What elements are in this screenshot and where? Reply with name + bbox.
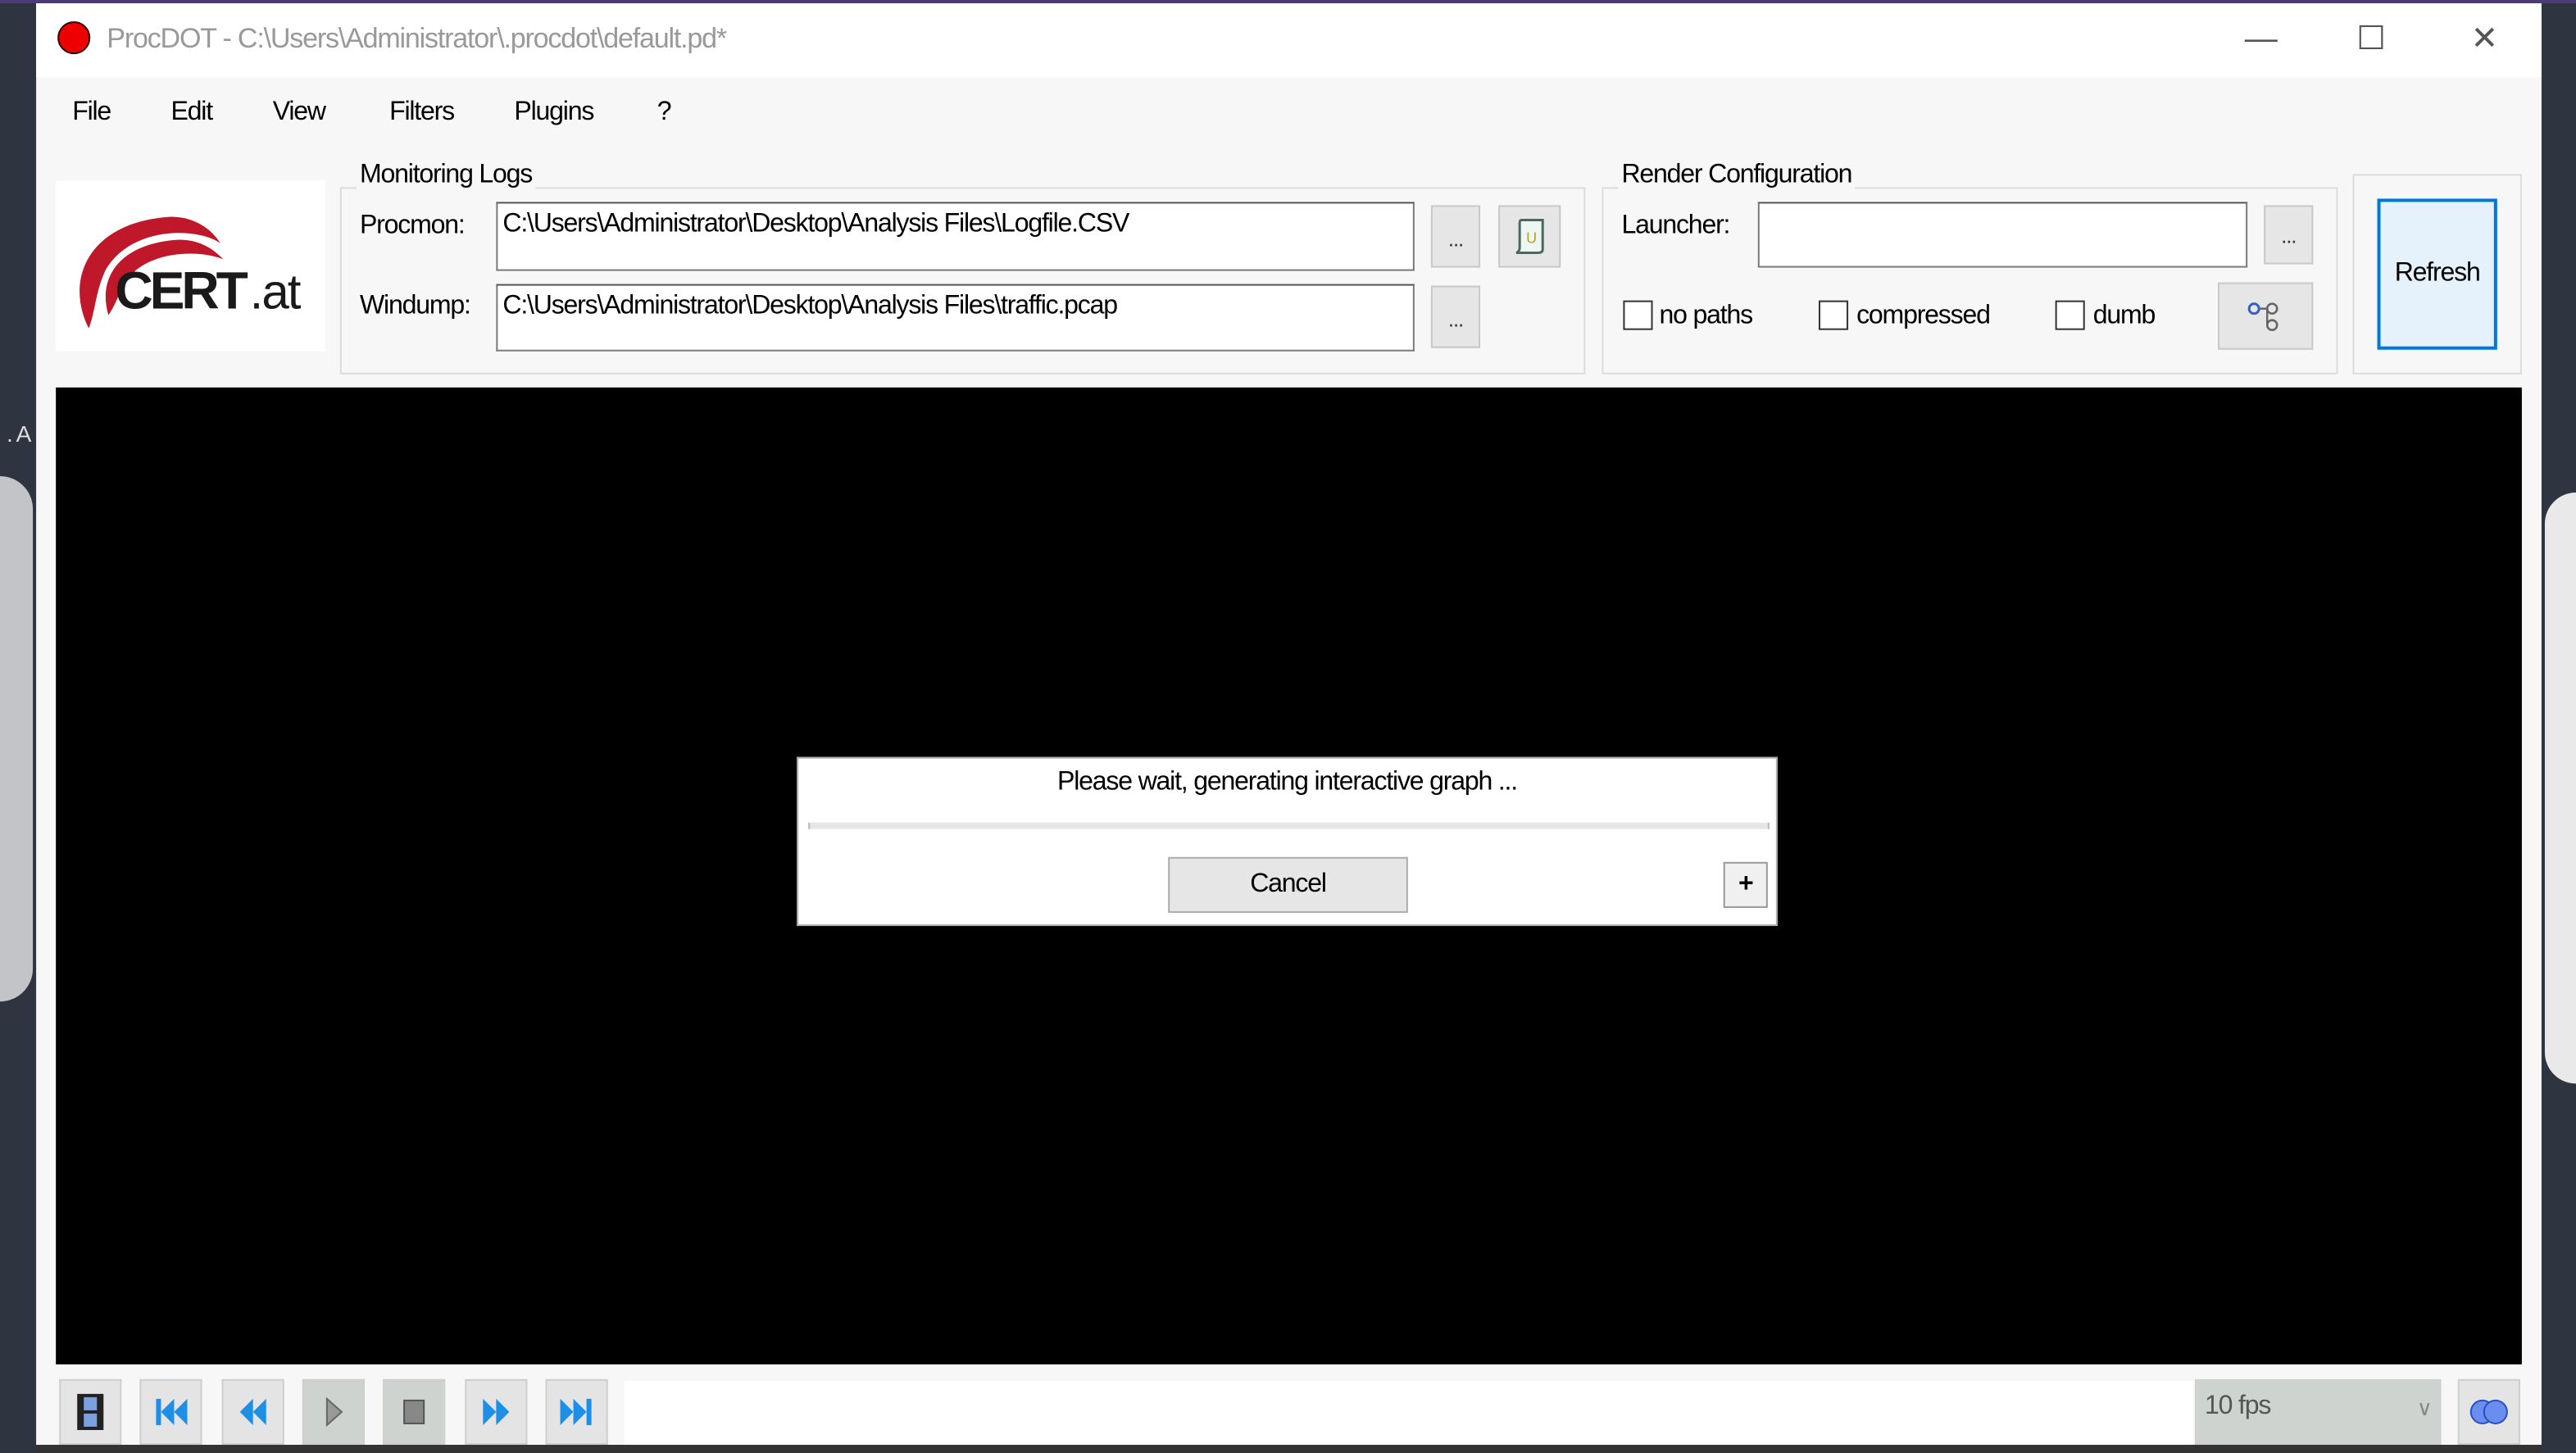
maximize-button[interactable]: ☐ xyxy=(2337,16,2403,62)
playback-toolbar: 10 fps ∨ xyxy=(56,1376,2522,1445)
dumb-label: dumb xyxy=(2092,302,2156,330)
fast-forward-icon xyxy=(483,1398,510,1425)
cancel-button[interactable]: Cancel xyxy=(1168,856,1408,913)
procmon-label: Procmon: xyxy=(359,211,466,240)
compressed-label: compressed xyxy=(1856,302,1991,330)
svg-text:U: U xyxy=(1526,230,1536,247)
stop-icon xyxy=(403,1399,425,1424)
play-icon xyxy=(325,1396,343,1428)
menu-edit[interactable]: Edit xyxy=(170,98,213,128)
rewind-icon xyxy=(239,1398,266,1425)
monitoring-logs-label: Monitoring Logs xyxy=(356,161,536,191)
skip-first-icon xyxy=(156,1398,188,1425)
play-button[interactable] xyxy=(302,1378,365,1445)
progress-bar xyxy=(808,822,1770,829)
link-icon xyxy=(2469,1399,2508,1424)
background-text: . A xyxy=(7,420,31,447)
procmon-scroll-button[interactable]: U xyxy=(1498,205,1561,268)
skip-last-icon xyxy=(560,1398,592,1425)
rewind-button[interactable] xyxy=(221,1378,284,1445)
menu-file[interactable]: File xyxy=(72,98,111,128)
graph-layout-icon xyxy=(2247,302,2278,330)
procdot-window: ProcDOT - C:\Users\Administrator\.procdo… xyxy=(36,3,2542,1445)
layout-options-button[interactable] xyxy=(2218,282,2314,350)
skip-first-button[interactable] xyxy=(139,1378,202,1445)
window-title: ProcDOT - C:\Users\Administrator\.procdo… xyxy=(107,23,727,55)
svg-text:.at: .at xyxy=(250,265,302,320)
skip-last-button[interactable] xyxy=(545,1378,608,1445)
launcher-label: Launcher: xyxy=(1621,211,1730,240)
background-window-left xyxy=(0,475,34,1002)
no-paths-checkbox[interactable] xyxy=(1623,300,1653,330)
compressed-checkbox[interactable] xyxy=(1818,300,1849,330)
windump-path-input[interactable]: C:\Users\Administrator\Desktop\Analysis … xyxy=(496,284,1415,352)
fps-value: 10 fps xyxy=(2205,1392,2271,1420)
dumb-checkbox[interactable] xyxy=(2055,300,2085,330)
cert-logo: CERT .at xyxy=(56,180,325,352)
film-button[interactable] xyxy=(59,1378,122,1445)
progress-dialog: Please wait, generating interactive grap… xyxy=(797,756,1778,926)
procmon-path-input[interactable]: C:\Users\Administrator\Desktop\Analysis … xyxy=(496,202,1415,271)
window-bottom-shadow xyxy=(36,1444,2542,1453)
svg-text:CERT: CERT xyxy=(115,261,248,320)
background-window-right xyxy=(2544,493,2576,1084)
fps-select[interactable]: 10 fps ∨ xyxy=(2195,1378,2442,1445)
launcher-input[interactable] xyxy=(1757,202,2248,268)
refresh-button[interactable]: Refresh xyxy=(2377,198,2497,350)
menu-filters[interactable]: Filters xyxy=(389,98,455,128)
menu-plugins[interactable]: Plugins xyxy=(514,98,594,128)
windump-browse-button[interactable]: ... xyxy=(1430,285,1481,348)
timeline-area[interactable] xyxy=(624,1380,2194,1445)
app-icon xyxy=(57,21,91,55)
no-paths-label: no paths xyxy=(1659,302,1754,330)
fast-forward-button[interactable] xyxy=(465,1378,528,1445)
render-configuration-label: Render Configuration xyxy=(1618,161,1856,191)
film-icon xyxy=(77,1393,104,1430)
progress-message: Please wait, generating interactive grap… xyxy=(1057,768,1518,797)
close-button[interactable]: ✕ xyxy=(2451,16,2517,62)
scroll-icon: U xyxy=(1515,218,1544,255)
expand-details-button[interactable]: + xyxy=(1723,861,1768,908)
chevron-down-icon: ∨ xyxy=(2416,1395,2433,1420)
stop-button[interactable] xyxy=(383,1378,446,1445)
link-button[interactable] xyxy=(2457,1378,2520,1445)
minimize-button[interactable]: — xyxy=(2228,16,2293,62)
title-bar: ProcDOT - C:\Users\Administrator\.procdo… xyxy=(36,3,2542,78)
launcher-browse-button[interactable]: ... xyxy=(2264,205,2314,265)
procmon-browse-button[interactable]: ... xyxy=(1430,205,1481,268)
menu-help[interactable]: ? xyxy=(657,98,672,128)
windump-label: Windump: xyxy=(359,292,471,320)
menu-view[interactable]: View xyxy=(273,98,326,128)
